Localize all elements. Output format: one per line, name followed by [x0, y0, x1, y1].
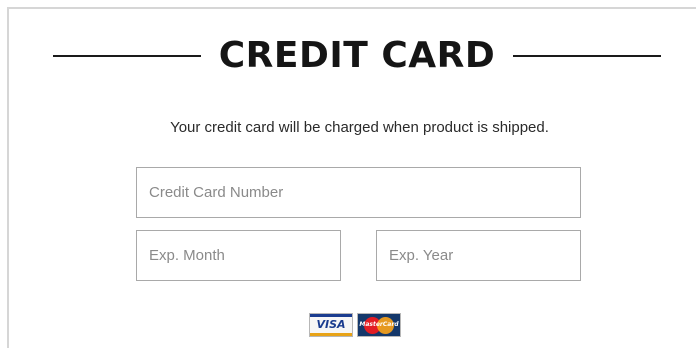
title-divider-left	[53, 55, 201, 57]
charge-notice-text: Your credit card will be charged when pr…	[170, 119, 549, 136]
accepted-cards: VISA MasterCard	[309, 313, 401, 337]
exp-year-input[interactable]	[376, 230, 581, 281]
visa-band-bottom	[310, 333, 352, 336]
section-header: CREDIT CARD	[9, 31, 696, 81]
charge-notice: Your credit card will be charged when pr…	[9, 119, 696, 136]
credit-card-panel: CREDIT CARD Your credit card will be cha…	[7, 7, 696, 348]
mastercard-logo-text: MasterCard	[359, 321, 399, 328]
card-number-input[interactable]	[136, 167, 581, 218]
title-divider-right	[513, 55, 661, 57]
mastercard-logo-icon: MasterCard	[357, 313, 401, 337]
section-title: CREDIT CARD	[218, 35, 496, 76]
exp-month-input[interactable]	[136, 230, 341, 281]
visa-logo-text: VISA	[316, 318, 346, 331]
visa-logo-icon: VISA	[309, 313, 353, 337]
